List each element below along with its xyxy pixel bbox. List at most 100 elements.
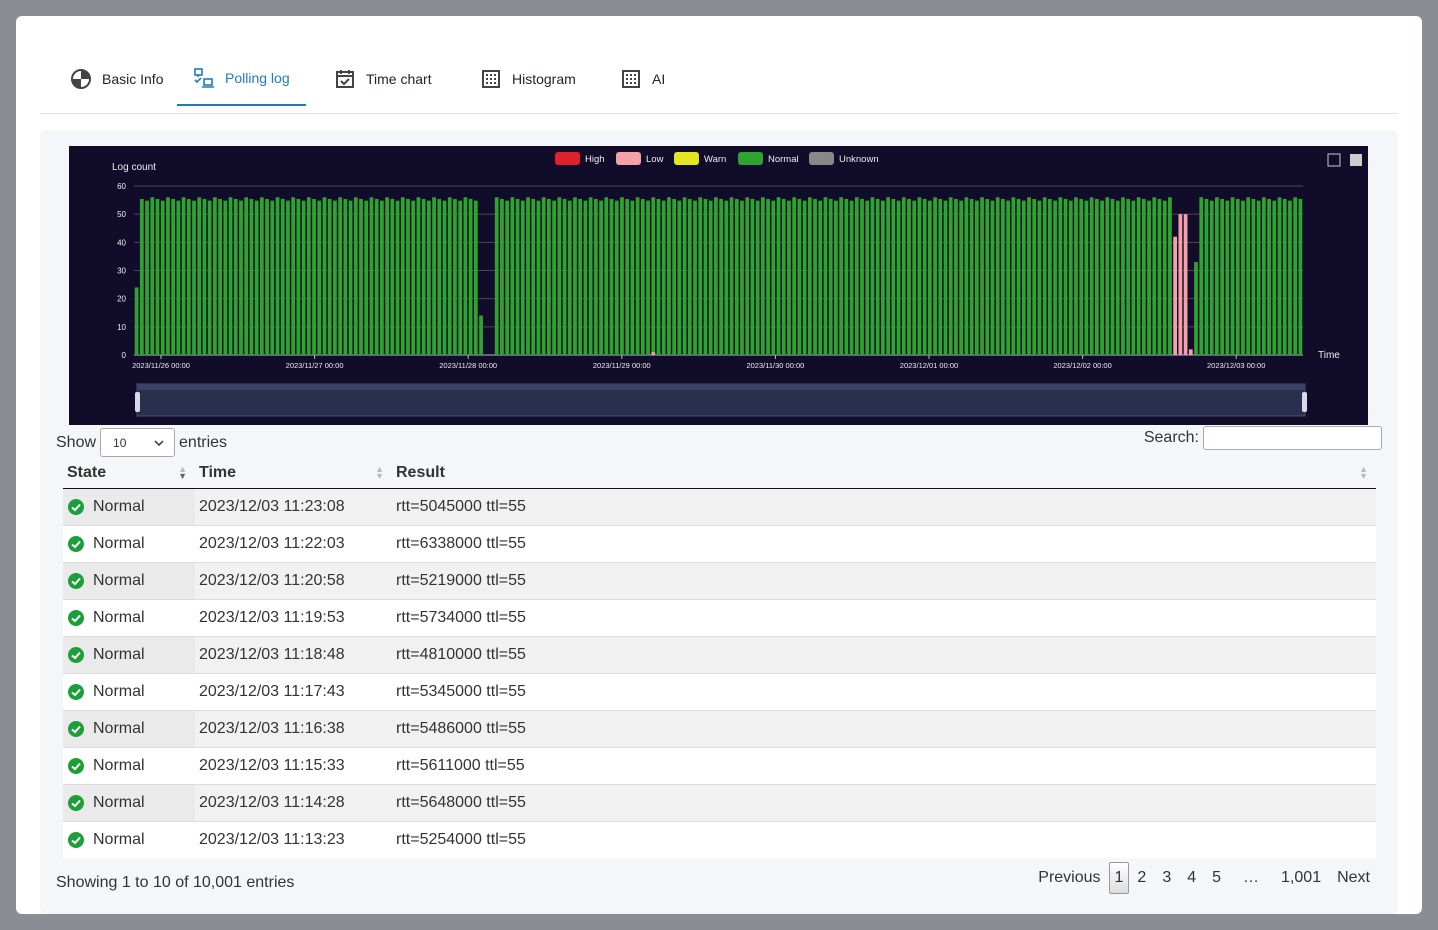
normal-bar — [969, 198, 974, 355]
zoom-icon — [1327, 153, 1341, 167]
state-text: Normal — [93, 571, 145, 589]
normal-bar — [145, 200, 149, 355]
normal-bar — [1136, 197, 1141, 355]
normal-bar — [1147, 200, 1151, 355]
normal-bar — [980, 197, 984, 355]
normal-bar — [306, 197, 311, 355]
normal-bar — [1272, 200, 1277, 355]
normal-bar — [223, 200, 228, 355]
legend-label: Normal — [768, 154, 799, 165]
result-cell: rtt=5611000 ttl=55 — [392, 746, 1376, 784]
table-info: Showing 1 to 10 of 10,001 entries — [56, 874, 295, 891]
page-size-select[interactable]: 10 — [100, 428, 176, 457]
time-cell: 2023/12/03 11:17:43 — [195, 672, 392, 710]
normal-bar — [891, 198, 896, 355]
normal-bar — [213, 197, 217, 355]
page-button-4[interactable]: 4 — [1179, 863, 1204, 893]
y-axis-label: Log count — [112, 162, 156, 173]
normal-bar — [974, 200, 979, 355]
grid-icon — [620, 68, 642, 90]
normal-bar — [760, 197, 765, 355]
tab-histogram[interactable]: Histogram — [464, 52, 592, 106]
modal-dialog: Basic Info Polling log Time chart Histog… — [16, 16, 1422, 914]
normal-bar — [1199, 197, 1204, 355]
page-button-3[interactable]: 3 — [1154, 863, 1179, 893]
normal-bar — [547, 198, 551, 355]
normal-bar — [1194, 262, 1198, 355]
normal-bar — [750, 198, 755, 355]
normal-bar — [468, 198, 473, 355]
normal-bar — [1011, 197, 1016, 355]
tab-time-chart[interactable]: Time chart — [318, 52, 448, 106]
normal-bar — [1293, 197, 1298, 355]
time-cell: 2023/12/03 11:15:33 — [195, 746, 392, 784]
normal-bar — [854, 197, 859, 355]
normal-bar — [1094, 198, 1099, 355]
normal-bar — [781, 198, 786, 355]
normal-bar — [745, 197, 750, 355]
tab-basic-info[interactable]: Basic Info — [54, 52, 179, 106]
normal-bar — [380, 200, 384, 355]
state-cell: Normal — [63, 709, 195, 747]
page-button-5[interactable]: 5 — [1204, 863, 1229, 893]
normal-bar — [186, 198, 191, 355]
normal-bar — [802, 200, 807, 355]
zoom-reset-icon — [1350, 154, 1362, 166]
normal-bar — [1288, 200, 1292, 355]
normal-bar — [1267, 198, 1271, 355]
page-button-1[interactable]: 1 — [1108, 862, 1130, 894]
normal-bar — [1121, 197, 1125, 355]
normal-bar — [1053, 200, 1057, 355]
table-row: Normal 2023/12/03 11:19:53 rtt=5734000 ttl… — [63, 598, 1376, 636]
normal-bar — [1261, 197, 1266, 355]
sort-icon: ▲ ▼ — [1359, 464, 1368, 481]
state-text: Normal — [93, 497, 145, 515]
normal-bar — [1230, 197, 1235, 355]
column-header-time[interactable]: Time ▲ ▼ — [195, 458, 392, 489]
normal-bar — [1246, 197, 1251, 355]
normal-bar — [797, 198, 802, 355]
y-tick-label: 60 — [117, 182, 126, 191]
pagination: Previous 1 2 3 4 5 … 1,001 Next — [1030, 862, 1378, 894]
normal-bar — [1105, 197, 1110, 355]
tab-ai[interactable]: AI — [604, 52, 681, 106]
normal-bar — [265, 198, 269, 355]
normal-bar — [541, 197, 546, 355]
normal-bar — [719, 198, 723, 355]
page-button-last[interactable]: 1,001 — [1273, 863, 1329, 893]
result-cell: rtt=5486000 ttl=55 — [392, 709, 1376, 747]
normal-bar — [233, 198, 238, 355]
normal-bar — [849, 200, 854, 355]
normal-bar — [557, 197, 562, 355]
normal-bar — [740, 200, 744, 355]
normal-bar — [1100, 200, 1104, 355]
column-header-result[interactable]: Result ▲ ▼ — [392, 458, 1376, 489]
state-text: Normal — [93, 608, 145, 626]
tab-polling-log[interactable]: Polling log — [177, 52, 306, 106]
page-button-2[interactable]: 2 — [1129, 863, 1154, 893]
bar-chart: 0 10 20 30 40 50 60 Log count Time 2023/11/26 00:… — [112, 152, 1362, 417]
normal-bar — [473, 200, 478, 355]
normal-bar — [927, 200, 932, 355]
check-circle-icon — [68, 757, 84, 774]
next-page-button[interactable]: Next — [1329, 863, 1378, 893]
normal-bar — [1021, 200, 1026, 355]
network-devices-icon — [193, 67, 215, 89]
normal-bar — [411, 200, 416, 355]
normal-bar — [635, 197, 640, 355]
normal-bar — [1209, 200, 1214, 355]
column-header-state[interactable]: State ▲ ▼ — [63, 458, 195, 489]
normal-bar — [254, 200, 259, 355]
normal-bar — [426, 200, 431, 355]
result-cell: rtt=6338000 ttl=55 — [392, 524, 1376, 562]
time-cell: 2023/12/03 11:20:58 — [195, 561, 392, 599]
previous-page-button[interactable]: Previous — [1030, 863, 1108, 893]
normal-bar — [463, 197, 468, 355]
normal-bar — [1079, 198, 1084, 355]
state-cell: Normal — [63, 820, 195, 858]
search-input[interactable] — [1203, 426, 1382, 450]
normal-bar — [275, 197, 280, 355]
normal-bar — [807, 197, 812, 355]
sort-icon: ▲ ▼ — [375, 464, 384, 481]
search-label: Search: — [1143, 429, 1199, 446]
